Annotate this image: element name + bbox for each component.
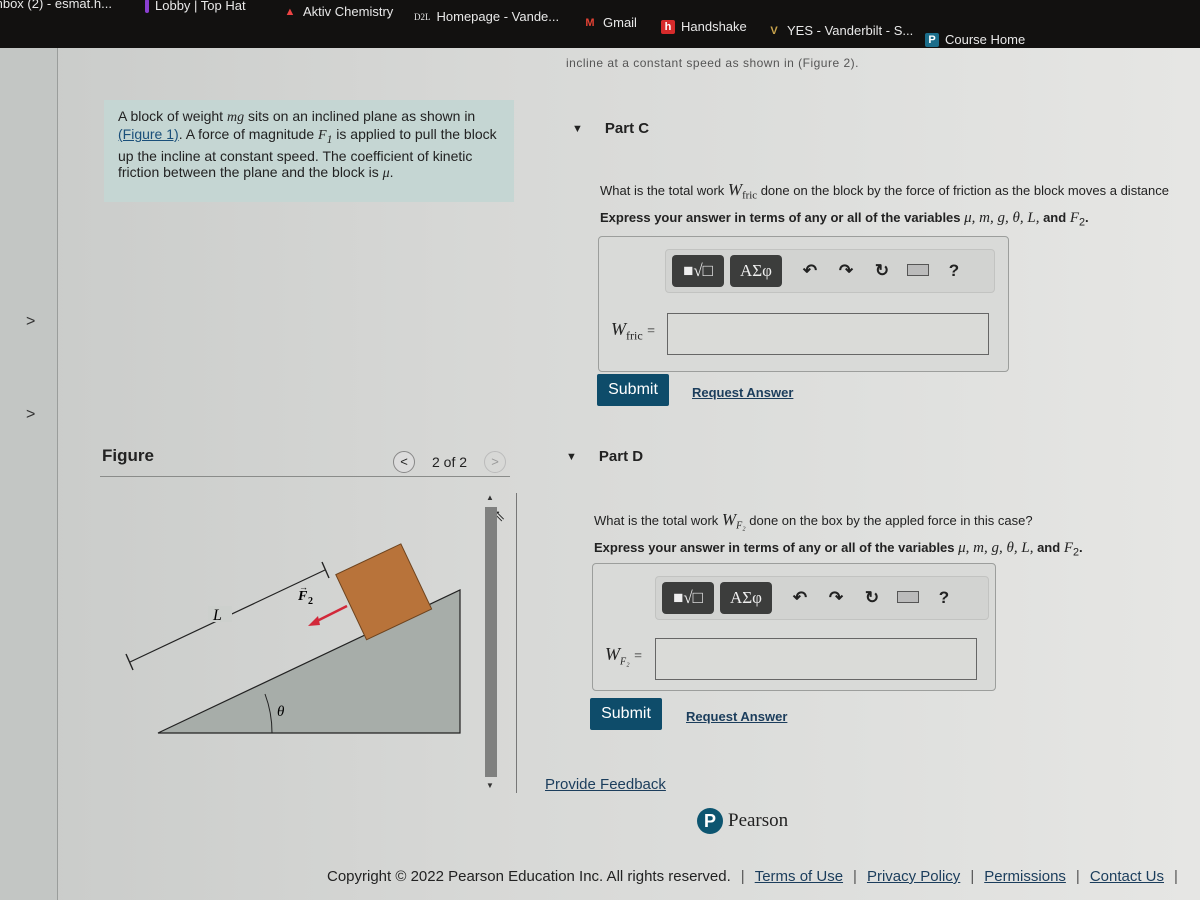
- templates-button[interactable]: ■√□: [672, 255, 724, 287]
- reset-icon[interactable]: ↻: [854, 588, 890, 608]
- length-tick-left: [125, 653, 134, 671]
- part-c-instructions: Express your answer in terms of any or a…: [600, 210, 1089, 229]
- terms-of-use-link[interactable]: Terms of Use: [755, 868, 843, 885]
- part-d-instructions: Express your answer in terms of any or a…: [594, 540, 1083, 559]
- collapse-triangle-icon: ▼: [572, 122, 583, 135]
- part-c-header[interactable]: ▼ Part C: [572, 120, 649, 137]
- pearson-logo: P Pearson: [697, 808, 788, 834]
- bookmark-course-home[interactable]: P Course Home: [925, 32, 1025, 47]
- figure-title: Figure: [102, 446, 154, 465]
- theta-label: θ: [277, 704, 285, 720]
- force-label-sub: 2: [308, 596, 313, 607]
- length-label: L: [212, 607, 222, 624]
- left-nav-rail: > >: [0, 48, 58, 900]
- figure-link[interactable]: (Figure 1): [118, 126, 179, 142]
- force-arrow-shaft: [314, 604, 348, 624]
- handshake-icon: h: [661, 19, 675, 34]
- var-mg: mg: [226, 110, 245, 125]
- incline-figure: θ L F 2 →: [125, 543, 461, 734]
- var-F1: F1: [318, 128, 333, 146]
- greek-symbols-button[interactable]: ΑΣφ: [720, 582, 772, 614]
- pearson-logo-icon: P: [697, 808, 723, 834]
- part-c-math-toolbar: ■√□ ΑΣφ ↶ ↷ ↻ ?: [665, 249, 995, 293]
- keyboard-icon[interactable]: [900, 261, 936, 281]
- contact-us-link[interactable]: Contact Us: [1090, 868, 1164, 885]
- part-d-request-answer-link[interactable]: Request Answer: [686, 709, 787, 724]
- undo-icon[interactable]: ↶: [782, 588, 818, 608]
- part-d-question: What is the total work WF₂ done on the b…: [594, 510, 1033, 532]
- mastering-page: > > incline at a constant speed as shown…: [0, 48, 1200, 900]
- scroll-down-arrow-icon[interactable]: ▼: [486, 781, 494, 790]
- vector-arrow-mark: →: [299, 582, 308, 592]
- redo-icon[interactable]: ↷: [818, 588, 854, 608]
- part-d-answer-box: ■√□ ΑΣφ ↶ ↷ ↻ ? WF₂ =: [592, 563, 996, 691]
- footer: Copyright © 2022 Pearson Education Inc. …: [327, 868, 1178, 885]
- templates-button[interactable]: ■√□: [662, 582, 714, 614]
- cut-off-text: incline at a constant speed as shown in …: [566, 56, 859, 70]
- pearson-wordmark: Pearson: [728, 810, 789, 831]
- bookmark-d2l[interactable]: D2L Homepage - Vande...: [414, 9, 559, 24]
- figure-prev-button[interactable]: <: [393, 451, 415, 473]
- chevron-right-icon[interactable]: >: [26, 313, 35, 331]
- gmail-icon: M: [585, 16, 595, 29]
- part-d-header[interactable]: ▼ Part D: [566, 448, 643, 465]
- help-icon[interactable]: ?: [926, 588, 962, 608]
- part-d-title: Part D: [598, 448, 644, 465]
- greek-symbols-button[interactable]: ΑΣφ: [730, 255, 782, 287]
- privacy-policy-link[interactable]: Privacy Policy: [867, 868, 960, 885]
- pearson-icon: P: [925, 32, 939, 47]
- collapse-triangle-icon: ▼: [566, 450, 577, 463]
- length-tick-right: [321, 561, 330, 579]
- part-c-title: Part C: [604, 120, 650, 137]
- redo-icon[interactable]: ↷: [828, 261, 864, 281]
- bookmark-label: Aktiv Chemistry: [303, 4, 394, 19]
- bookmark-inbox[interactable]: Inbox (2) - esmat.h...: [0, 0, 112, 11]
- copyright-text: Copyright © 2022 Pearson Education Inc. …: [327, 868, 731, 885]
- provide-feedback-link[interactable]: Provide Feedback: [545, 776, 666, 793]
- scroll-up-arrow-icon[interactable]: ▲: [486, 493, 494, 502]
- part-d-answer-label: WF₂ =: [605, 644, 642, 668]
- bookmark-label: YES - Vanderbilt - S...: [787, 23, 914, 38]
- reset-icon[interactable]: ↻: [864, 261, 900, 281]
- force-arrow-head: [308, 616, 320, 626]
- bookmark-label: Lobby | Top Hat: [155, 0, 246, 13]
- bookmark-label: Homepage - Vande...: [436, 9, 560, 24]
- part-c-request-answer-link[interactable]: Request Answer: [692, 385, 793, 400]
- bookmark-label: Course Home: [945, 32, 1026, 47]
- keyboard-icon[interactable]: [890, 588, 926, 608]
- permissions-link[interactable]: Permissions: [984, 868, 1066, 885]
- part-d-submit-button[interactable]: Submit: [590, 698, 662, 730]
- figure-scrollbar[interactable]: ▲ ▼: [483, 493, 499, 793]
- part-c-answer-label: Wfric =: [611, 319, 656, 343]
- part-d-answer-input[interactable]: [655, 638, 977, 680]
- part-c-submit-button[interactable]: Submit: [597, 374, 669, 406]
- bookmark-gmail[interactable]: M Gmail: [583, 15, 637, 30]
- chevron-right-icon[interactable]: >: [26, 406, 35, 424]
- figure-next-button[interactable]: >: [484, 451, 506, 473]
- figure-header: Figure < 2 of 2 >: [100, 443, 510, 477]
- bookmark-label: Inbox (2) - esmat.h...: [0, 0, 112, 11]
- undo-icon[interactable]: ↶: [792, 261, 828, 281]
- problem-intro: A block of weight mg sits on an inclined…: [104, 100, 514, 202]
- bookmark-aktiv[interactable]: ▲ Aktiv Chemistry: [283, 4, 394, 19]
- pane-divider: [516, 493, 517, 793]
- help-icon[interactable]: ?: [936, 261, 972, 281]
- aktiv-icon: ▲: [284, 5, 296, 18]
- d2l-icon: D2L: [414, 11, 431, 22]
- vanderbilt-icon: V: [770, 24, 778, 37]
- part-c-question: What is the total work Wfric done on the…: [600, 180, 1169, 202]
- bookmark-label: Handshake: [681, 19, 747, 34]
- part-c-answer-input[interactable]: [667, 313, 989, 355]
- var-mu: μ: [382, 165, 390, 181]
- bookmark-tophat[interactable]: Lobby | Top Hat: [145, 0, 246, 13]
- part-d-math-toolbar: ■√□ ΑΣφ ↶ ↷ ↻ ?: [655, 576, 989, 620]
- tophat-icon: [145, 0, 149, 13]
- bookmark-handshake[interactable]: h Handshake: [661, 19, 747, 34]
- figure-counter: 2 of 2: [432, 454, 468, 470]
- scrollbar-thumb[interactable]: [485, 507, 497, 777]
- bookmark-label: Gmail: [603, 15, 637, 30]
- bookmark-vanderbilt[interactable]: V YES - Vanderbilt - S...: [767, 23, 913, 38]
- part-c-answer-box: ■√□ ΑΣφ ↶ ↷ ↻ ? Wfric =: [598, 236, 1009, 372]
